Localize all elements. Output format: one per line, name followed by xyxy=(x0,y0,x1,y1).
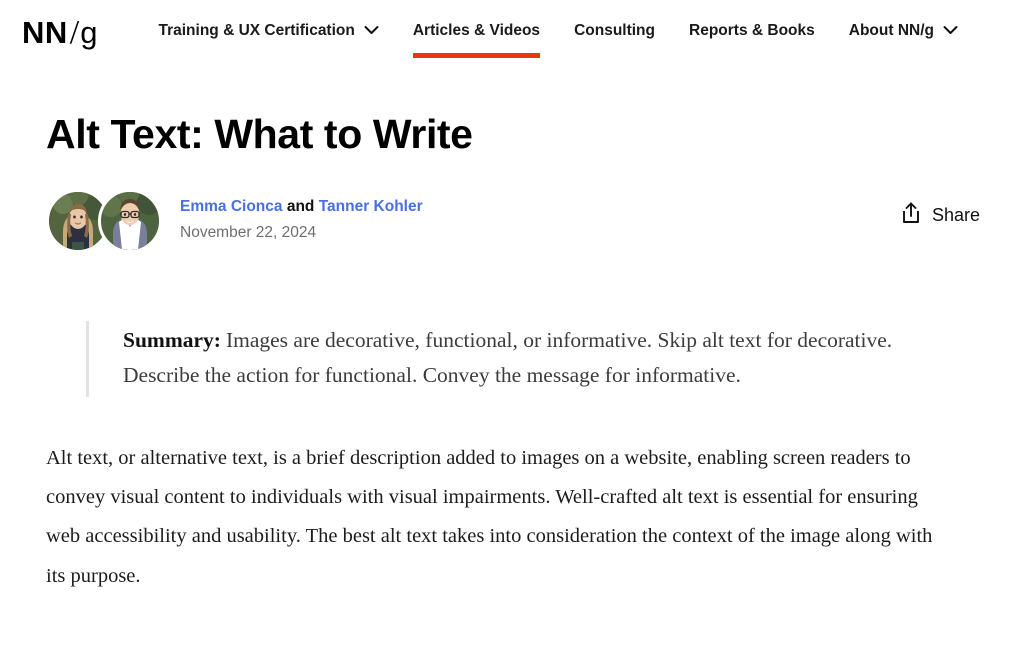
share-button[interactable]: Share xyxy=(896,197,984,234)
body-paragraph: Alt text, or alternative text, is a brie… xyxy=(46,439,951,596)
article-container: Alt Text: What to Write xyxy=(0,112,1030,596)
author-link-primary[interactable]: Emma Cionca xyxy=(180,198,283,215)
author-link-secondary[interactable]: Tanner Kohler xyxy=(319,198,423,215)
nav-item-label: Consulting xyxy=(574,22,655,40)
logo-slash-text: / xyxy=(70,16,79,50)
logo-nn-text: NN xyxy=(22,17,68,48)
nav-item-training[interactable]: Training & UX Certification xyxy=(141,0,395,58)
nav-item-consulting[interactable]: Consulting xyxy=(557,0,672,58)
nng-logo[interactable]: NN / g xyxy=(22,16,97,50)
share-icon xyxy=(900,201,922,230)
byline-text: Emma Cionca and Tanner Kohler November 2… xyxy=(180,189,423,242)
summary-label: Summary: xyxy=(123,328,221,352)
nav-item-reports-books[interactable]: Reports & Books xyxy=(672,0,832,58)
author-names: Emma Cionca and Tanner Kohler xyxy=(180,197,423,217)
author-avatars xyxy=(46,189,174,257)
site-header: NN / g Training & UX Certification Artic… xyxy=(0,0,1030,68)
page-title: Alt Text: What to Write xyxy=(46,112,984,157)
main-navigation: Training & UX Certification Articles & V… xyxy=(141,0,975,68)
nav-item-label: Training & UX Certification xyxy=(158,22,354,40)
publish-date: November 22, 2024 xyxy=(180,224,423,242)
nav-item-label: Reports & Books xyxy=(689,22,815,40)
chevron-down-icon xyxy=(943,25,958,35)
nav-item-label: About NN/g xyxy=(849,22,934,40)
share-label: Share xyxy=(932,205,980,226)
summary-text: Images are decorative, functional, or in… xyxy=(123,328,892,387)
logo-g-text: g xyxy=(80,17,97,48)
nav-item-label: Articles & Videos xyxy=(413,22,540,40)
chevron-down-icon xyxy=(364,25,379,35)
avatar xyxy=(98,189,162,253)
nav-item-articles-videos[interactable]: Articles & Videos xyxy=(396,0,557,58)
byline: Emma Cionca and Tanner Kohler November 2… xyxy=(46,189,984,259)
summary-blockquote: Summary:Images are decorative, functiona… xyxy=(86,321,944,397)
author-conjunction: and xyxy=(287,198,315,215)
nav-item-about[interactable]: About NN/g xyxy=(832,0,975,58)
